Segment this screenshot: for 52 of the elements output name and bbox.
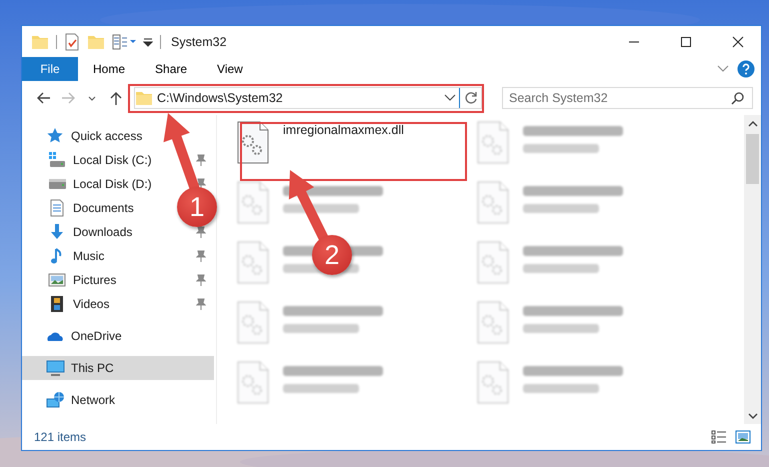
expand-ribbon-icon[interactable] bbox=[717, 65, 729, 73]
properties-icon[interactable] bbox=[64, 32, 80, 50]
forward-icon bbox=[60, 90, 76, 106]
sidebar-item[interactable]: This PC bbox=[22, 356, 214, 380]
search-icon[interactable] bbox=[731, 91, 745, 105]
maximize-icon[interactable] bbox=[680, 36, 692, 48]
monitor-icon bbox=[46, 359, 65, 377]
folder-icon bbox=[135, 89, 153, 107]
star-icon bbox=[46, 127, 65, 145]
pin-icon[interactable] bbox=[196, 154, 206, 166]
sidebar-item[interactable]: Downloads bbox=[22, 220, 138, 244]
pin-icon[interactable] bbox=[196, 226, 206, 238]
pin-icon[interactable] bbox=[196, 250, 206, 262]
sidebar-item[interactable]: Pictures bbox=[22, 268, 122, 292]
file-menu-tab[interactable]: File bbox=[22, 57, 78, 81]
drive-icon bbox=[48, 151, 67, 169]
ribbon-tab[interactable]: Share bbox=[140, 57, 202, 81]
view-options-icon[interactable] bbox=[112, 32, 136, 50]
back-icon bbox=[36, 90, 52, 106]
picture-icon bbox=[48, 271, 67, 289]
up-icon bbox=[108, 90, 124, 106]
dropdown-icon[interactable] bbox=[444, 94, 456, 102]
sidebar-item[interactable]: Music bbox=[22, 244, 110, 268]
file-item[interactable]: imregionalmaxmex.dll bbox=[237, 121, 404, 164]
pin-icon[interactable] bbox=[196, 274, 206, 286]
scroll-up-icon[interactable] bbox=[748, 120, 758, 126]
recent-locations-icon bbox=[88, 96, 96, 100]
scroll-down-icon[interactable] bbox=[748, 412, 758, 418]
sidebar-item[interactable]: Local Disk (C:) bbox=[22, 148, 158, 172]
vertical-scrollbar[interactable] bbox=[744, 115, 761, 424]
close-icon[interactable] bbox=[732, 36, 744, 48]
pin-icon[interactable] bbox=[196, 298, 206, 310]
sidebar-item[interactable]: Local Disk (D:) bbox=[22, 172, 158, 196]
refresh-icon bbox=[464, 91, 478, 105]
large-icons-view-icon bbox=[735, 430, 751, 444]
item-count: 121 items bbox=[34, 430, 88, 444]
ribbon-tab[interactable]: Home bbox=[78, 57, 140, 81]
sidebar-item[interactable]: Documents bbox=[22, 196, 140, 220]
sidebar-item[interactable]: Quick access bbox=[22, 124, 148, 148]
details-view-button[interactable] bbox=[711, 430, 727, 444]
sidebar-item[interactable]: Videos bbox=[22, 292, 116, 316]
details-view-icon bbox=[711, 430, 727, 444]
large-icons-view-button[interactable] bbox=[735, 430, 751, 444]
network-icon bbox=[46, 391, 65, 409]
pin-icon[interactable] bbox=[196, 178, 206, 190]
help-icon[interactable] bbox=[737, 60, 755, 78]
sidebar-item[interactable]: Network bbox=[22, 388, 122, 412]
window-title: System32 bbox=[171, 34, 227, 48]
search-field[interactable]: Search System32 bbox=[502, 87, 753, 109]
sidebar-item[interactable]: OneDrive bbox=[22, 324, 128, 348]
scrollbar-thumb[interactable] bbox=[746, 134, 759, 184]
ribbon-tab[interactable]: View bbox=[202, 57, 258, 81]
